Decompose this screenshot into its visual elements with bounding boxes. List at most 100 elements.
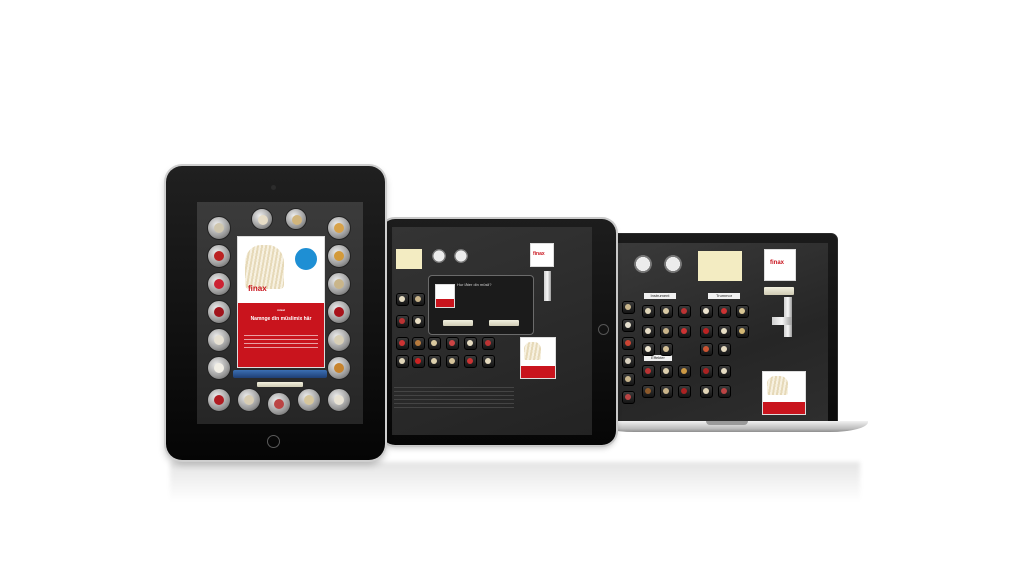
instrument-key[interactable] — [642, 325, 655, 338]
home-button[interactable] — [267, 435, 280, 448]
instrument-key[interactable] — [642, 305, 655, 318]
dialog-button-right[interactable] — [489, 320, 519, 326]
promo-badge — [294, 247, 318, 271]
dialog-thumbnail — [435, 284, 455, 308]
instrument-key[interactable] — [622, 373, 635, 386]
effect-key[interactable] — [718, 385, 731, 398]
effect-key[interactable] — [660, 365, 673, 378]
pack-image — [244, 244, 285, 289]
logo-card: finax — [530, 243, 554, 267]
ingredient-dial[interactable] — [327, 216, 351, 240]
portrait-product-pack: finax mixat Namnge din müslimix här — [237, 236, 325, 368]
instrument-key[interactable] — [396, 293, 409, 306]
ingredient-dial[interactable] — [207, 388, 231, 412]
bowl-icon[interactable] — [251, 208, 273, 230]
ingredient-dial[interactable] — [207, 328, 231, 352]
instrument-key[interactable] — [622, 355, 635, 368]
tablet-landscape-screen: finax Hur låter din müsli? — [392, 227, 592, 435]
instrument-key[interactable] — [622, 391, 635, 404]
drum-key[interactable] — [700, 305, 713, 318]
instrument-key[interactable] — [396, 355, 409, 368]
drum-key[interactable] — [736, 305, 749, 318]
home-button[interactable] — [598, 324, 609, 335]
ingredient-dial[interactable] — [327, 356, 351, 380]
ingredient-dial[interactable] — [207, 272, 231, 296]
laptop-action-button[interactable] — [764, 287, 794, 295]
effect-key[interactable] — [718, 365, 731, 378]
tab-instrument[interactable]: Instrument — [644, 293, 676, 299]
instrument-key[interactable] — [412, 355, 425, 368]
mix-button[interactable] — [257, 382, 303, 387]
ingredient-dial[interactable] — [237, 388, 261, 412]
ingredient-dial[interactable] — [327, 388, 351, 412]
drum-key[interactable] — [736, 325, 749, 338]
notes-panel — [698, 251, 742, 281]
instrument-key[interactable] — [678, 325, 691, 338]
instrument-key[interactable] — [622, 301, 635, 314]
drum-key[interactable] — [718, 305, 731, 318]
ingredient-dial[interactable] — [327, 300, 351, 324]
ingredient-dial[interactable] — [207, 356, 231, 380]
instrument-key[interactable] — [622, 319, 635, 332]
instrument-key[interactable] — [660, 325, 673, 338]
effect-key[interactable] — [642, 385, 655, 398]
pack-subline: mixat — [277, 308, 285, 312]
instrument-key[interactable] — [428, 355, 441, 368]
drum-key[interactable] — [446, 355, 459, 368]
ingredient-dial[interactable] — [327, 244, 351, 268]
ingredient-dial[interactable] — [207, 300, 231, 324]
effect-key[interactable] — [660, 385, 673, 398]
instrument-key[interactable] — [642, 343, 655, 356]
pipe-horizontal — [772, 317, 792, 325]
drum-key[interactable] — [482, 355, 495, 368]
dialog-button-left[interactable] — [443, 320, 473, 326]
info-text-block — [394, 387, 514, 409]
pack-band — [436, 299, 454, 307]
brand-logo: finax — [770, 260, 785, 266]
effect-key[interactable] — [700, 365, 713, 378]
effect-key[interactable] — [642, 365, 655, 378]
instrument-key[interactable] — [678, 305, 691, 318]
drum-key[interactable] — [700, 343, 713, 356]
ingredient-dial[interactable] — [327, 272, 351, 296]
effect-key[interactable] — [678, 365, 691, 378]
ingredient-dial[interactable] — [297, 388, 321, 412]
laptop-notch — [706, 421, 748, 425]
instrument-key[interactable] — [412, 293, 425, 306]
ingredient-dial[interactable] — [327, 328, 351, 352]
ingredient-dial[interactable] — [267, 392, 291, 416]
floor-reflection — [170, 462, 860, 502]
brand-logo: finax — [533, 251, 545, 257]
pack-band — [521, 366, 555, 378]
drum-key[interactable] — [482, 337, 495, 350]
drum-key[interactable] — [464, 337, 477, 350]
gauge-left — [432, 249, 446, 263]
instrument-key[interactable] — [622, 337, 635, 350]
laptop-screen: finax Instrument Trummor Effekter — [616, 243, 828, 421]
effect-key[interactable] — [678, 385, 691, 398]
instrument-key[interactable] — [412, 337, 425, 350]
laptop-logo-card: finax — [764, 249, 796, 281]
ingredient-dial[interactable] — [207, 244, 231, 268]
gauge-left — [634, 255, 652, 273]
pack-image — [767, 376, 789, 396]
instrument-key[interactable] — [396, 315, 409, 328]
instrument-key[interactable] — [428, 337, 441, 350]
drum-key[interactable] — [464, 355, 477, 368]
instrument-key[interactable] — [412, 315, 425, 328]
landscape-product-pack — [520, 337, 556, 379]
pipe-vertical — [544, 271, 551, 301]
drum-key[interactable] — [446, 337, 459, 350]
bowl-icon[interactable] — [285, 208, 307, 230]
instrument-key[interactable] — [660, 343, 673, 356]
ingredient-dial[interactable] — [207, 216, 231, 240]
instrument-key[interactable] — [396, 337, 409, 350]
drum-key[interactable] — [718, 343, 731, 356]
dialog: Hur låter din müsli? — [428, 275, 534, 335]
drum-key[interactable] — [700, 325, 713, 338]
drum-key[interactable] — [718, 325, 731, 338]
tab-trummor[interactable]: Trummor — [708, 293, 740, 299]
mix-control-bar[interactable] — [233, 370, 327, 378]
effect-key[interactable] — [700, 385, 713, 398]
instrument-key[interactable] — [660, 305, 673, 318]
